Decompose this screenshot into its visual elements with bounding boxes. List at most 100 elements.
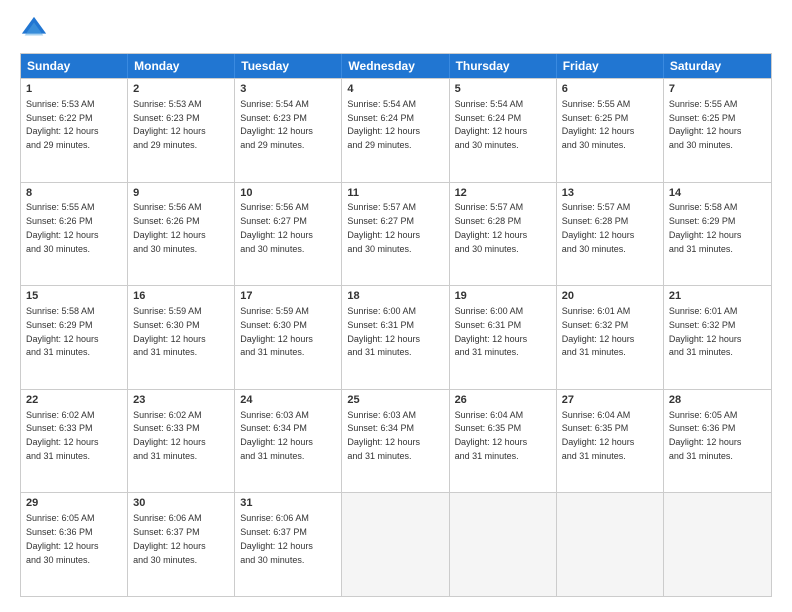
- calendar-day-10: 10Sunrise: 5:56 AMSunset: 6:27 PMDayligh…: [235, 183, 342, 286]
- day-number: 6: [562, 82, 658, 97]
- calendar-row-1: 1 Sunrise: 5:53 AMSunset: 6:22 PMDaylight…: [21, 78, 771, 182]
- weekday-header-tuesday: Tuesday: [235, 54, 342, 78]
- day-number: 3: [240, 82, 336, 97]
- calendar-day-16: 16 Sunrise: 5:59 AMSunset: 6:30 PMDayligh…: [128, 286, 235, 389]
- weekday-header-wednesday: Wednesday: [342, 54, 449, 78]
- calendar-day-6: 6 Sunrise: 5:55 AMSunset: 6:25 PMDaylight…: [557, 79, 664, 182]
- calendar-body: 1 Sunrise: 5:53 AMSunset: 6:22 PMDaylight…: [21, 78, 771, 596]
- day-info: Sunrise: 5:53 AMSunset: 6:22 PMDaylight:…: [26, 99, 99, 150]
- day-info: Sunrise: 5:56 AMSunset: 6:26 PMDaylight:…: [133, 202, 206, 253]
- calendar-day-21: 21 Sunrise: 6:01 AMSunset: 6:32 PMDayligh…: [664, 286, 771, 389]
- day-info: Sunrise: 6:02 AMSunset: 6:33 PMDaylight:…: [133, 410, 206, 461]
- calendar-row-3: 15Sunrise: 5:58 AMSunset: 6:29 PMDayligh…: [21, 285, 771, 389]
- day-info: Sunrise: 5:54 AMSunset: 6:24 PMDaylight:…: [455, 99, 528, 150]
- day-number: 31: [240, 496, 336, 511]
- calendar-day-22: 22Sunrise: 6:02 AMSunset: 6:33 PMDayligh…: [21, 390, 128, 493]
- day-info: Sunrise: 6:01 AMSunset: 6:32 PMDaylight:…: [562, 306, 635, 357]
- calendar-day-9: 9Sunrise: 5:56 AMSunset: 6:26 PMDaylight…: [128, 183, 235, 286]
- calendar-day-8: 8Sunrise: 5:55 AMSunset: 6:26 PMDaylight…: [21, 183, 128, 286]
- calendar-day-empty: [664, 493, 771, 596]
- day-number: 5: [455, 82, 551, 97]
- day-info: Sunrise: 5:56 AMSunset: 6:27 PMDaylight:…: [240, 202, 313, 253]
- calendar-day-5: 5 Sunrise: 5:54 AMSunset: 6:24 PMDaylight…: [450, 79, 557, 182]
- day-info: Sunrise: 6:06 AMSunset: 6:37 PMDaylight:…: [133, 513, 206, 564]
- day-number: 21: [669, 289, 766, 304]
- calendar-day-31: 31 Sunrise: 6:06 AMSunset: 6:37 PMDayligh…: [235, 493, 342, 596]
- calendar-day-13: 13Sunrise: 5:57 AMSunset: 6:28 PMDayligh…: [557, 183, 664, 286]
- day-number: 9: [133, 186, 229, 201]
- calendar-day-7: 7 Sunrise: 5:55 AMSunset: 6:25 PMDaylight…: [664, 79, 771, 182]
- calendar-day-23: 23 Sunrise: 6:02 AMSunset: 6:33 PMDayligh…: [128, 390, 235, 493]
- day-number: 25: [347, 393, 443, 408]
- calendar-day-27: 27 Sunrise: 6:04 AMSunset: 6:35 PMDayligh…: [557, 390, 664, 493]
- calendar-day-4: 4 Sunrise: 5:54 AMSunset: 6:24 PMDaylight…: [342, 79, 449, 182]
- calendar-day-14: 14Sunrise: 5:58 AMSunset: 6:29 PMDayligh…: [664, 183, 771, 286]
- calendar-day-17: 17 Sunrise: 5:59 AMSunset: 6:30 PMDayligh…: [235, 286, 342, 389]
- calendar-day-19: 19 Sunrise: 6:00 AMSunset: 6:31 PMDayligh…: [450, 286, 557, 389]
- day-info: Sunrise: 5:59 AMSunset: 6:30 PMDaylight:…: [133, 306, 206, 357]
- calendar-day-1: 1 Sunrise: 5:53 AMSunset: 6:22 PMDaylight…: [21, 79, 128, 182]
- calendar-row-2: 8Sunrise: 5:55 AMSunset: 6:26 PMDaylight…: [21, 182, 771, 286]
- day-info: Sunrise: 6:03 AMSunset: 6:34 PMDaylight:…: [347, 410, 420, 461]
- day-number: 11: [347, 186, 443, 201]
- day-number: 18: [347, 289, 443, 304]
- calendar-day-12: 12Sunrise: 5:57 AMSunset: 6:28 PMDayligh…: [450, 183, 557, 286]
- day-number: 24: [240, 393, 336, 408]
- day-info: Sunrise: 6:05 AMSunset: 6:36 PMDaylight:…: [669, 410, 742, 461]
- weekday-header-sunday: Sunday: [21, 54, 128, 78]
- day-info: Sunrise: 5:54 AMSunset: 6:23 PMDaylight:…: [240, 99, 313, 150]
- header: [20, 15, 772, 43]
- day-info: Sunrise: 5:53 AMSunset: 6:23 PMDaylight:…: [133, 99, 206, 150]
- day-number: 16: [133, 289, 229, 304]
- day-info: Sunrise: 6:00 AMSunset: 6:31 PMDaylight:…: [347, 306, 420, 357]
- logo-icon: [20, 15, 48, 43]
- weekday-header-monday: Monday: [128, 54, 235, 78]
- day-number: 2: [133, 82, 229, 97]
- day-number: 23: [133, 393, 229, 408]
- calendar-day-3: 3 Sunrise: 5:54 AMSunset: 6:23 PMDaylight…: [235, 79, 342, 182]
- day-number: 26: [455, 393, 551, 408]
- calendar-day-empty: [557, 493, 664, 596]
- calendar-day-24: 24Sunrise: 6:03 AMSunset: 6:34 PMDayligh…: [235, 390, 342, 493]
- day-number: 27: [562, 393, 658, 408]
- day-info: Sunrise: 6:01 AMSunset: 6:32 PMDaylight:…: [669, 306, 742, 357]
- calendar-row-5: 29Sunrise: 6:05 AMSunset: 6:36 PMDayligh…: [21, 492, 771, 596]
- day-number: 12: [455, 186, 551, 201]
- calendar-day-29: 29Sunrise: 6:05 AMSunset: 6:36 PMDayligh…: [21, 493, 128, 596]
- calendar-day-20: 20 Sunrise: 6:01 AMSunset: 6:32 PMDayligh…: [557, 286, 664, 389]
- page: SundayMondayTuesdayWednesdayThursdayFrid…: [0, 0, 792, 612]
- day-info: Sunrise: 6:00 AMSunset: 6:31 PMDaylight:…: [455, 306, 528, 357]
- day-info: Sunrise: 5:57 AMSunset: 6:28 PMDaylight:…: [455, 202, 528, 253]
- day-info: Sunrise: 5:55 AMSunset: 6:26 PMDaylight:…: [26, 202, 99, 253]
- day-info: Sunrise: 5:57 AMSunset: 6:27 PMDaylight:…: [347, 202, 420, 253]
- day-number: 8: [26, 186, 122, 201]
- day-number: 10: [240, 186, 336, 201]
- day-number: 4: [347, 82, 443, 97]
- day-info: Sunrise: 6:04 AMSunset: 6:35 PMDaylight:…: [455, 410, 528, 461]
- day-info: Sunrise: 6:04 AMSunset: 6:35 PMDaylight:…: [562, 410, 635, 461]
- calendar-day-28: 28 Sunrise: 6:05 AMSunset: 6:36 PMDayligh…: [664, 390, 771, 493]
- day-number: 28: [669, 393, 766, 408]
- calendar-header: SundayMondayTuesdayWednesdayThursdayFrid…: [21, 54, 771, 78]
- calendar-day-18: 18 Sunrise: 6:00 AMSunset: 6:31 PMDayligh…: [342, 286, 449, 389]
- day-number: 30: [133, 496, 229, 511]
- day-info: Sunrise: 5:59 AMSunset: 6:30 PMDaylight:…: [240, 306, 313, 357]
- day-number: 7: [669, 82, 766, 97]
- day-number: 17: [240, 289, 336, 304]
- calendar-day-2: 2 Sunrise: 5:53 AMSunset: 6:23 PMDaylight…: [128, 79, 235, 182]
- day-info: Sunrise: 5:55 AMSunset: 6:25 PMDaylight:…: [669, 99, 742, 150]
- day-info: Sunrise: 5:54 AMSunset: 6:24 PMDaylight:…: [347, 99, 420, 150]
- calendar-day-empty: [342, 493, 449, 596]
- day-number: 29: [26, 496, 122, 511]
- day-info: Sunrise: 6:02 AMSunset: 6:33 PMDaylight:…: [26, 410, 99, 461]
- day-info: Sunrise: 5:58 AMSunset: 6:29 PMDaylight:…: [669, 202, 742, 253]
- weekday-header-friday: Friday: [557, 54, 664, 78]
- day-number: 13: [562, 186, 658, 201]
- day-number: 1: [26, 82, 122, 97]
- day-info: Sunrise: 6:06 AMSunset: 6:37 PMDaylight:…: [240, 513, 313, 564]
- day-number: 20: [562, 289, 658, 304]
- calendar: SundayMondayTuesdayWednesdayThursdayFrid…: [20, 53, 772, 597]
- calendar-day-11: 11Sunrise: 5:57 AMSunset: 6:27 PMDayligh…: [342, 183, 449, 286]
- day-info: Sunrise: 5:55 AMSunset: 6:25 PMDaylight:…: [562, 99, 635, 150]
- day-number: 19: [455, 289, 551, 304]
